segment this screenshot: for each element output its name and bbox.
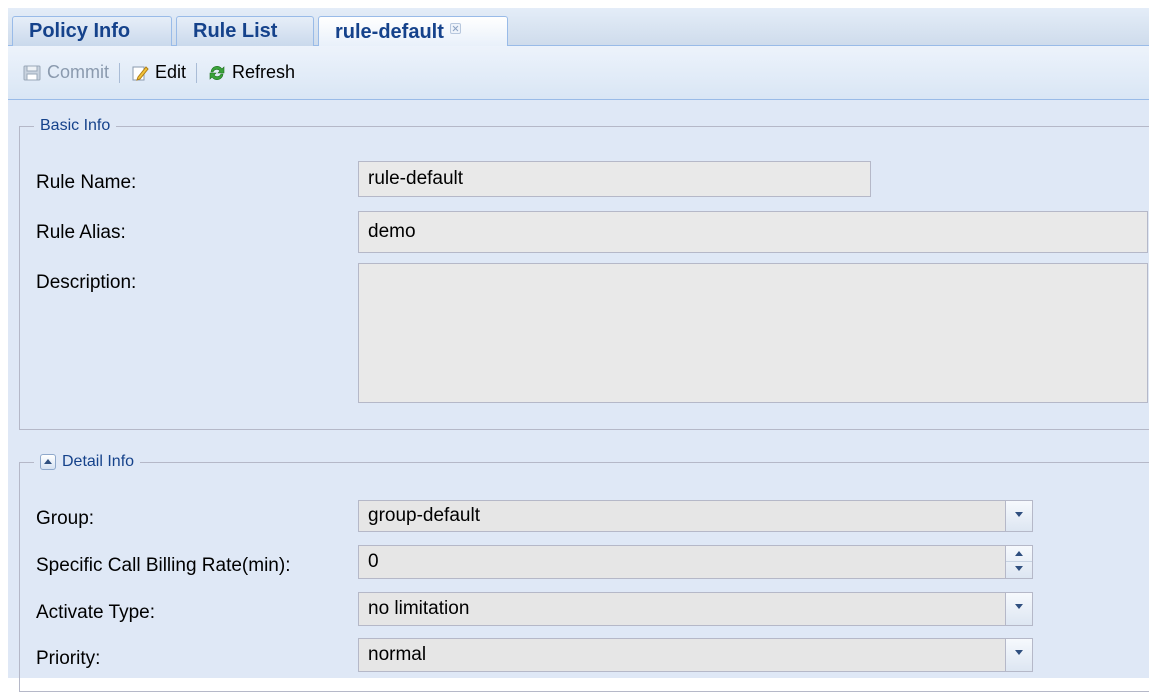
tab-rule-list-label: Rule List bbox=[193, 20, 278, 42]
group-select[interactable]: group-default bbox=[358, 500, 1033, 532]
tab-policy-info[interactable]: Policy Info bbox=[12, 16, 172, 46]
toolbar-separator bbox=[196, 62, 198, 83]
rule-alias-value: demo bbox=[368, 221, 416, 242]
group-label: Group: bbox=[36, 508, 95, 529]
basic-info-title: Basic Info bbox=[40, 117, 111, 134]
rule-form-panel: Basic Info Rule Name: rule-default Rule … bbox=[8, 100, 1149, 692]
close-icon[interactable] bbox=[449, 22, 461, 34]
save-icon bbox=[23, 65, 41, 80]
description-textarea[interactable] bbox=[358, 263, 1148, 403]
rule-name-value: rule-default bbox=[368, 168, 464, 189]
rule-alias-field[interactable]: demo bbox=[358, 211, 1148, 253]
refresh-button[interactable]: Refresh bbox=[201, 58, 301, 88]
tab-rule-list[interactable]: Rule List bbox=[176, 16, 314, 46]
spin-up-icon[interactable] bbox=[1006, 546, 1032, 562]
toolbar: Commit Edit Refresh bbox=[8, 46, 1149, 100]
billing-rate-value: 0 bbox=[368, 551, 379, 572]
activate-type-value: no limitation bbox=[368, 598, 470, 619]
collapse-icon[interactable] bbox=[40, 454, 56, 470]
tab-strip: Policy Info Rule List rule-default bbox=[8, 8, 1149, 47]
chevron-down-icon[interactable] bbox=[1005, 639, 1032, 671]
edit-button[interactable]: Edit bbox=[124, 58, 192, 88]
spinner-trigger[interactable] bbox=[1005, 546, 1032, 578]
activate-type-label: Activate Type: bbox=[36, 602, 155, 623]
commit-label: Commit bbox=[47, 62, 109, 82]
tab-policy-info-label: Policy Info bbox=[29, 20, 131, 42]
pencil-icon bbox=[132, 65, 149, 81]
edit-label: Edit bbox=[155, 62, 187, 82]
commit-button[interactable]: Commit bbox=[16, 58, 115, 88]
basic-info-legend: Basic Info bbox=[34, 116, 117, 136]
priority-label: Priority: bbox=[36, 648, 101, 669]
description-label: Description: bbox=[36, 272, 137, 293]
activate-type-select[interactable]: no limitation bbox=[358, 592, 1033, 626]
detail-info-title: Detail Info bbox=[62, 453, 135, 470]
chevron-down-icon[interactable] bbox=[1005, 593, 1032, 625]
chevron-down-icon[interactable] bbox=[1005, 501, 1032, 531]
priority-select[interactable]: normal bbox=[358, 638, 1033, 672]
detail-info-legend: Detail Info bbox=[34, 452, 141, 472]
tab-rule-default[interactable]: rule-default bbox=[318, 16, 508, 47]
billing-rate-stepper[interactable]: 0 bbox=[358, 545, 1033, 579]
rule-name-label: Rule Name: bbox=[36, 172, 137, 193]
toolbar-separator bbox=[119, 62, 120, 83]
group-value: group-default bbox=[368, 505, 480, 526]
rule-name-field[interactable]: rule-default bbox=[358, 161, 871, 197]
priority-value: normal bbox=[368, 644, 427, 665]
billing-rate-label: Specific Call Billing Rate(min): bbox=[36, 555, 291, 576]
refresh-icon bbox=[209, 65, 225, 80]
refresh-label: Refresh bbox=[232, 62, 296, 82]
tab-rule-default-label: rule-default bbox=[335, 20, 444, 43]
spin-down-icon[interactable] bbox=[1006, 562, 1032, 578]
rule-alias-label: Rule Alias: bbox=[36, 222, 126, 243]
